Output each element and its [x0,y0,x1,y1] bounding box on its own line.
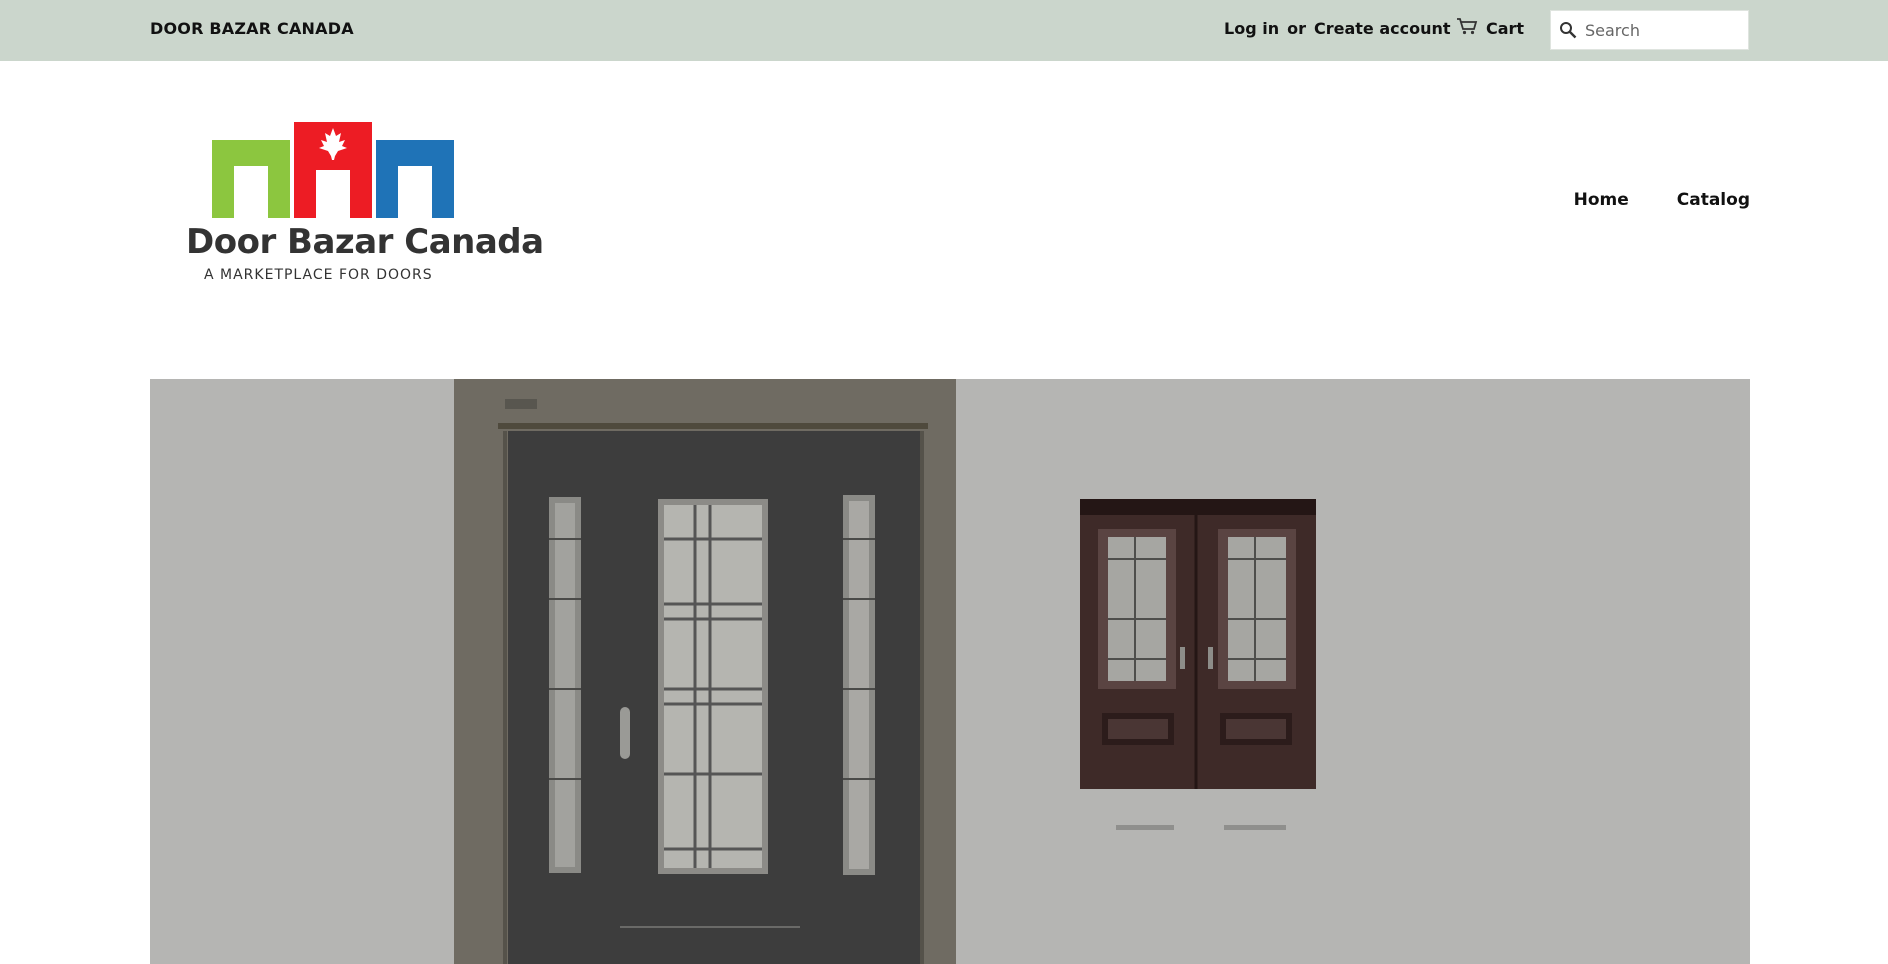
cart-icon [1456,17,1478,39]
account-links: Log in or Create account [1224,19,1451,38]
logo-title: Door Bazar Canada [186,222,544,262]
login-link[interactable]: Log in [1224,19,1279,38]
hero-doors-illustration [498,399,1316,964]
cart-label: Cart [1486,18,1525,38]
cart-link[interactable]: Cart [1456,17,1524,39]
top-bar: DOOR BAZAR CANADA Log in or Create account… [0,0,1888,61]
search-form [1550,10,1749,50]
store-name-link[interactable]: DOOR BAZAR CANADA [150,19,354,38]
nav-item-catalog[interactable]: Catalog [1677,190,1750,210]
hero-banner-image [150,379,1750,964]
create-account-link[interactable]: Create account [1314,19,1451,38]
logo-subtitle: A MARKETPLACE FOR DOORS [204,267,433,283]
main-nav: Home Catalog [1574,190,1750,210]
nav-item-home[interactable]: Home [1574,190,1629,210]
logo-graphic [212,122,454,218]
or-text: or [1287,19,1306,38]
search-input[interactable] [1585,20,1735,40]
search-icon[interactable] [1551,21,1585,39]
site-logo[interactable]: Door Bazar Canada A MARKETPLACE FOR DOOR… [184,118,544,288]
